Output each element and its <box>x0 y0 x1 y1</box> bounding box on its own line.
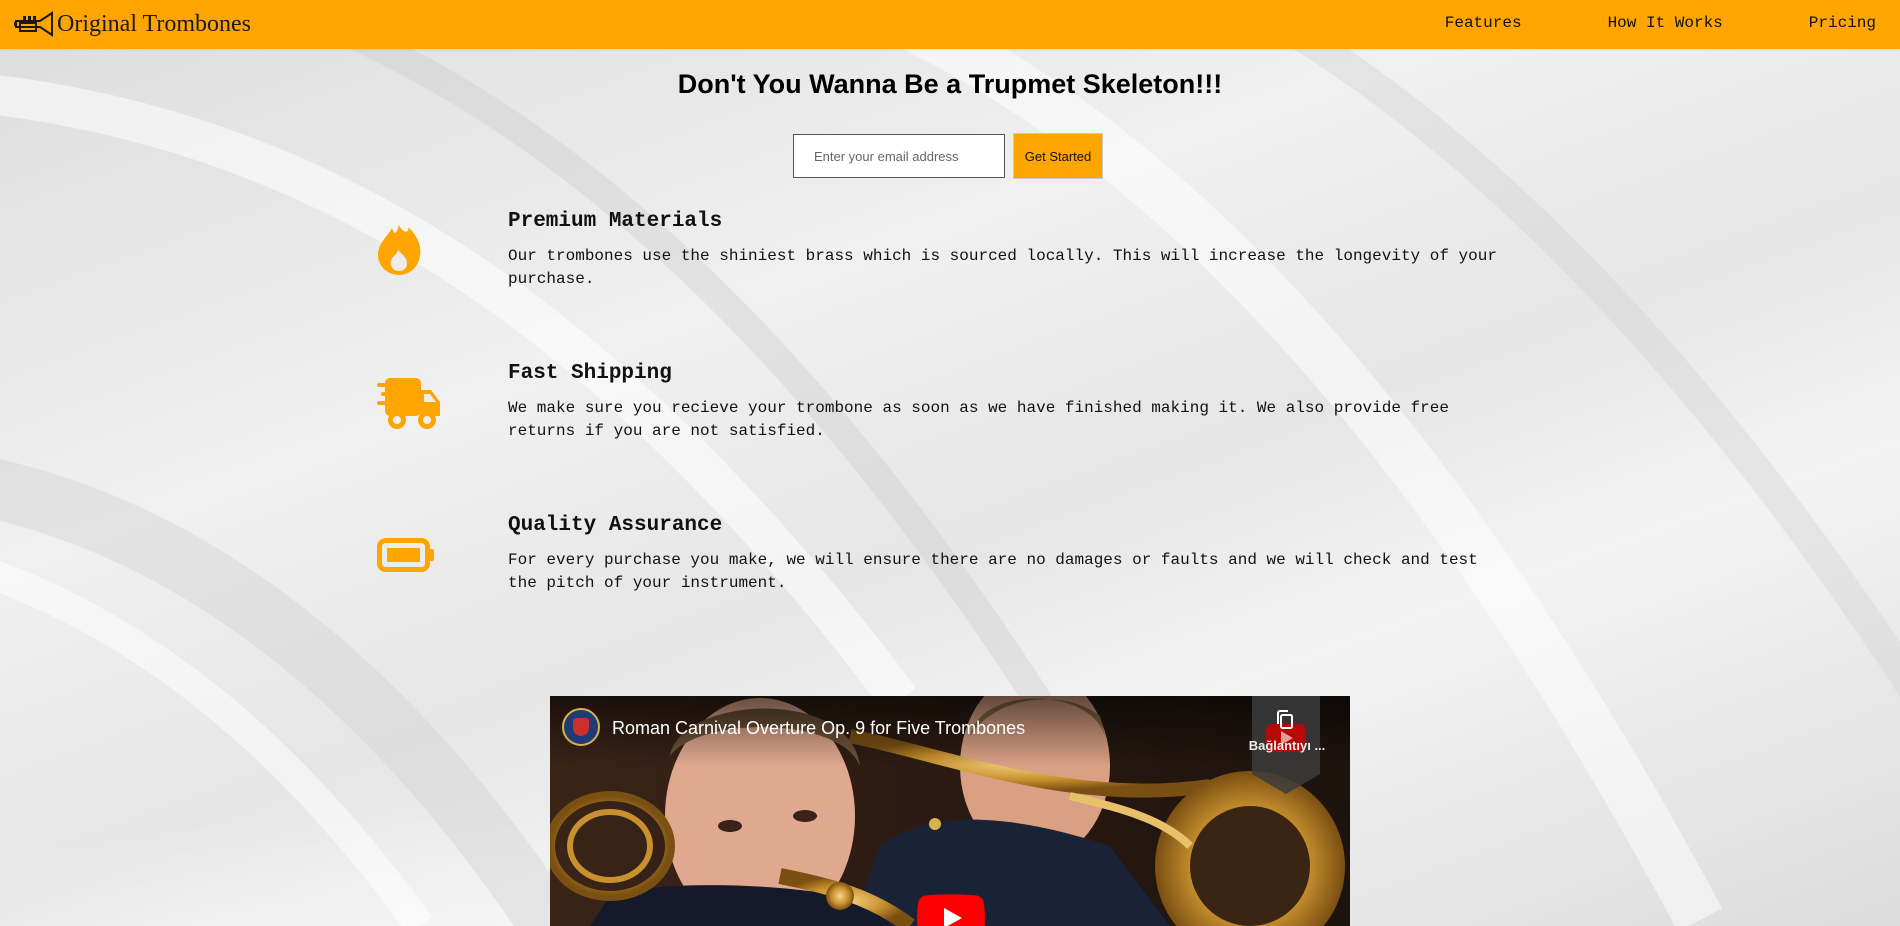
nav-link-features[interactable]: Features <box>1445 14 1522 32</box>
share-link-label: Bağlantıyı ... <box>1248 738 1326 753</box>
youtube-video-embed[interactable]: Roman Carnival Overture Op. 9 for Five T… <box>550 696 1350 926</box>
hero-title: Don't You Wanna Be a Trupmet Skeleton!!! <box>677 69 1223 99</box>
feature-title: Quality Assurance <box>508 514 723 537</box>
nav-link-how-it-works[interactable]: How It Works <box>1608 14 1723 32</box>
email-signup-form: Get Started <box>793 133 1103 179</box>
feature-description: We make sure you recieve your trombone a… <box>508 399 1449 440</box>
logo-text: Original Trombones <box>57 10 252 37</box>
feature-description: Our trombones use the shiniest brass whi… <box>508 247 1497 288</box>
logo[interactable]: Original Trombones <box>14 8 251 40</box>
get-started-button[interactable]: Get Started <box>1013 133 1103 179</box>
fire-icon <box>378 225 421 275</box>
copy-link-icon[interactable] <box>1276 710 1294 730</box>
video-title[interactable]: Roman Carnival Overture Op. 9 for Five T… <box>612 718 1025 739</box>
battery-icon <box>377 538 434 572</box>
nav-link-pricing[interactable]: Pricing <box>1809 14 1876 32</box>
main-nav: Features How It Works Pricing <box>1359 14 1876 32</box>
youtube-play-icon[interactable] <box>917 894 985 926</box>
feature-title: Fast Shipping <box>508 362 672 385</box>
feature-description: For every purchase you make, we will ens… <box>508 551 1478 592</box>
truck-icon <box>377 378 440 429</box>
feature-title: Premium Materials <box>508 210 723 233</box>
site-header: Original Trombones Features How It Works… <box>0 0 1900 49</box>
email-input[interactable] <box>793 134 1005 178</box>
channel-avatar[interactable] <box>562 708 600 746</box>
trumpet-logo-icon <box>14 11 53 37</box>
